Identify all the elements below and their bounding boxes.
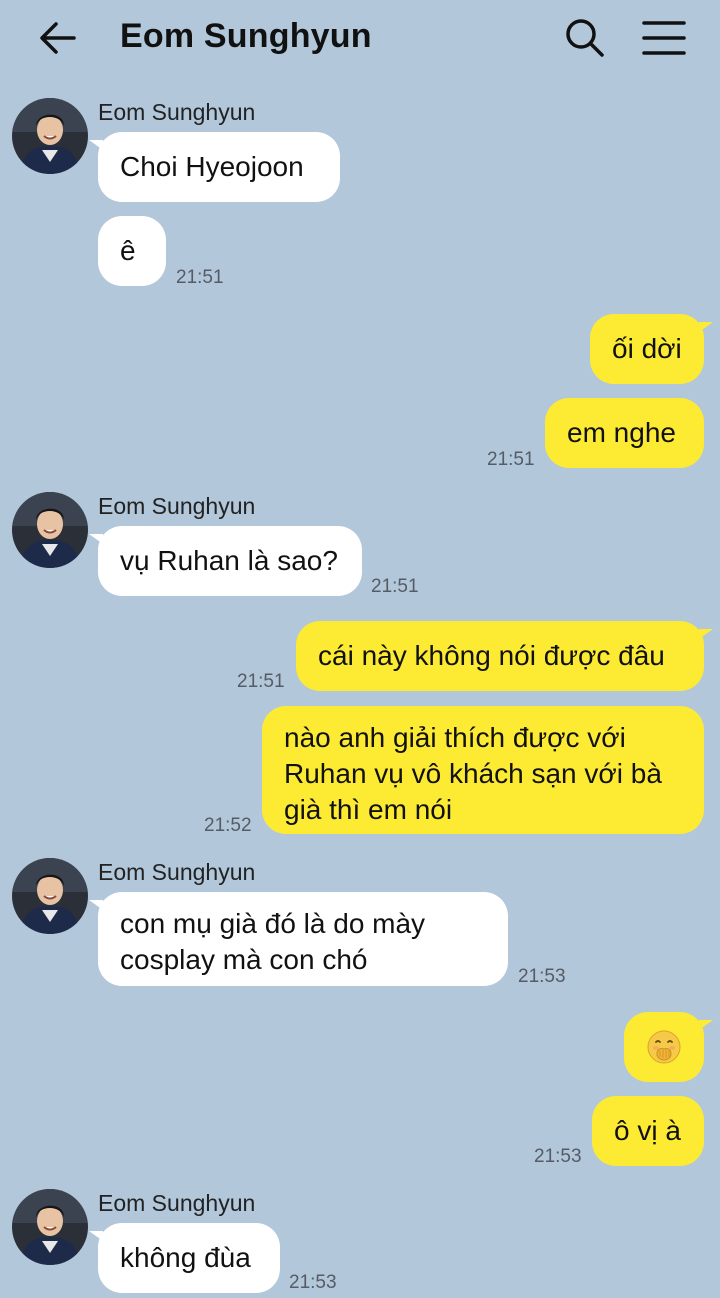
message-text: em nghe	[567, 417, 676, 448]
message-line: cosplay mà con chó	[120, 944, 368, 975]
incoming-message-bubble[interactable]: Choi Hyeojoon	[89, 132, 340, 202]
outgoing-message-bubble[interactable]: ối dời	[590, 314, 713, 384]
back-button[interactable]	[36, 18, 80, 58]
message-time: 21:51	[176, 267, 224, 288]
message-text: Choi Hyeojoon	[120, 151, 304, 182]
message-text: con mụ già đó là do mày cosplay mà con c…	[120, 906, 425, 978]
message-line: Ruhan vụ vô khách sạn với bà	[284, 758, 662, 789]
sender-name: Eom Sunghyun	[98, 859, 256, 885]
message-text: không đùa	[120, 1242, 251, 1273]
sender-name: Eom Sunghyun	[98, 99, 256, 125]
sender-name: Eom Sunghyun	[98, 493, 256, 519]
avatar[interactable]	[12, 858, 88, 934]
outgoing-emoji-bubble[interactable]	[624, 1012, 713, 1082]
message-line: nào anh giải thích được với	[284, 722, 626, 753]
avatar[interactable]	[12, 492, 88, 568]
message-time: 21:51	[237, 671, 285, 692]
search-button[interactable]	[563, 16, 607, 60]
avatar-photo	[12, 492, 88, 568]
message-text: cái này không nói được đâu	[318, 640, 665, 671]
chat-title: Eom Sunghyun	[120, 17, 372, 55]
chat-screen: Eom Sunghyun Eom Sunghyun Choi Hyeojoon	[0, 0, 720, 1298]
message-text: ô vị à	[614, 1115, 681, 1146]
incoming-message-bubble[interactable]: ê	[98, 216, 166, 286]
outgoing-message-bubble[interactable]: ô vị à	[592, 1096, 704, 1166]
message-line: con mụ già đó là do mày	[120, 908, 426, 939]
avatar-photo	[12, 1189, 88, 1265]
message-text: nào anh giải thích được với Ruhan vụ vô …	[284, 720, 662, 828]
message-time: 21:51	[487, 449, 535, 470]
outgoing-message-bubble[interactable]: em nghe	[545, 398, 704, 468]
incoming-message-bubble[interactable]: vụ Ruhan là sao?	[89, 526, 362, 596]
avatar[interactable]	[12, 1189, 88, 1265]
outgoing-message-bubble[interactable]: cái này không nói được đâu	[296, 621, 713, 691]
message-time: 21:53	[289, 1272, 337, 1293]
hamburger-menu-icon	[642, 21, 686, 55]
incoming-message-bubble[interactable]: không đùa	[89, 1223, 280, 1293]
message-time: 21:53	[518, 966, 566, 987]
arrow-left-icon	[40, 22, 76, 54]
face-with-hand-over-mouth-emoji	[647, 1030, 681, 1064]
outgoing-message-bubble[interactable]: nào anh giải thích được với Ruhan vụ vô …	[262, 706, 704, 834]
menu-button[interactable]	[640, 18, 688, 58]
chat-header: Eom Sunghyun	[0, 0, 720, 76]
avatar[interactable]	[12, 98, 88, 174]
sender-name: Eom Sunghyun	[98, 1190, 256, 1216]
message-time: 21:51	[371, 576, 419, 597]
message-text: ê	[120, 235, 136, 266]
message-line: già thì em nói	[284, 794, 453, 825]
message-time: 21:52	[204, 815, 252, 836]
search-icon	[566, 19, 604, 57]
message-text: ối dời	[612, 333, 682, 364]
message-text: vụ Ruhan là sao?	[120, 545, 338, 576]
avatar-photo	[12, 98, 88, 174]
message-time: 21:53	[534, 1146, 582, 1167]
avatar-photo	[12, 858, 88, 934]
incoming-message-bubble[interactable]: con mụ già đó là do mày cosplay mà con c…	[89, 892, 508, 986]
